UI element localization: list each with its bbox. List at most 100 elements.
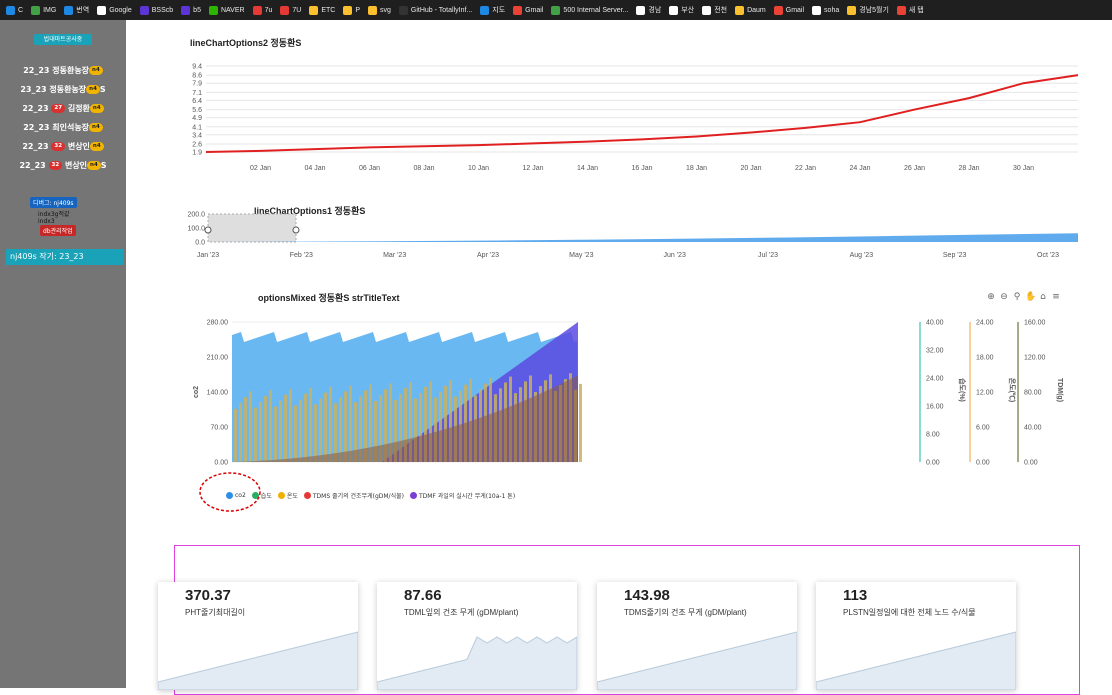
bookmark-label: 경남 — [648, 7, 662, 14]
bookmark-item[interactable]: Daum — [735, 5, 766, 15]
bookmark-item[interactable]: 경남 — [636, 5, 661, 15]
bookmark-label: BSScb — [151, 6, 174, 14]
debug-line-2: indx3 — [38, 218, 55, 225]
bookmark-item[interactable]: Gmail — [513, 5, 543, 15]
bookmark-item[interactable]: BSScb — [139, 5, 174, 15]
y-tick-label: 140.00 — [207, 390, 229, 397]
sidebar: 법대마트공사중 22_23 정동환농장 n4 23_23 정동환농장 n4 S 22_23… — [0, 20, 126, 688]
db-button[interactable]: db관리작업 — [40, 225, 76, 236]
home-icon[interactable]: ⌂ — [1038, 292, 1048, 302]
x-tick-label: Sep '23 — [943, 252, 967, 259]
menu-icon[interactable]: ≡ — [1051, 292, 1061, 302]
bookmark-item[interactable]: 새 탭 — [896, 5, 924, 15]
bookmark-item[interactable]: C — [6, 5, 23, 15]
right-tick-label: 160.00 — [1024, 320, 1046, 327]
y-tick-label: 7.9 — [192, 81, 202, 88]
bar — [239, 402, 242, 462]
sidebar-item[interactable]: 23_23 정동환농장 n4 S — [0, 83, 126, 97]
brush-handle-left[interactable] — [204, 226, 212, 234]
bookmark-item[interactable]: 7U — [280, 5, 301, 15]
sparkline-area — [816, 631, 1016, 690]
sidebar-item-name: 변상인 — [64, 161, 88, 170]
brush-handle-right[interactable] — [292, 226, 300, 234]
legend-item[interactable]: TDMF 과일의 실시간 무게(10a-1 톤) — [409, 491, 515, 500]
status-badge: n4 — [87, 161, 101, 170]
legend-dot — [277, 492, 285, 499]
y-tick-label: 2.6 — [192, 141, 202, 148]
user-bar[interactable]: nj409s 작기: 23_23 — [6, 249, 124, 265]
bookmark-icon — [513, 5, 523, 15]
bookmark-label: 지도 — [492, 7, 506, 14]
bookmark-icon — [280, 5, 290, 15]
bookmark-item[interactable]: soha — [812, 5, 839, 15]
y-tick-label: 6.4 — [192, 98, 202, 105]
right-tick-label: 0.00 — [1024, 460, 1038, 467]
legend-item[interactable]: 온도 — [277, 491, 298, 500]
bookmark-item[interactable]: 지도 — [480, 5, 505, 15]
sidebar-item[interactable]: 22_23 32 변상인 n4 S — [0, 159, 126, 173]
legend-label: TDMS 줄기의 건조무게(gDM/식물) — [312, 493, 404, 500]
bookmark-item[interactable]: b5 — [181, 5, 201, 15]
y-tick-label: 4.9 — [192, 115, 202, 122]
bookmark-item[interactable]: 500 Internal Server... — [551, 5, 628, 15]
bookmark-icon — [773, 5, 783, 15]
bookmark-item[interactable]: Google — [97, 5, 132, 15]
bookmarks-bar: C IMG 번역 Google BSScb b5 NAVER 7u 7U ETC Psvg GitHu… — [0, 0, 1112, 20]
x-tick-label: 26 Jan — [904, 165, 925, 172]
bookmark-item[interactable]: IMG — [31, 5, 57, 15]
bookmark-icon — [896, 5, 906, 15]
bar — [299, 399, 302, 462]
bookmark-item[interactable]: P — [343, 5, 360, 15]
sidebar-item[interactable]: 22_23 정동환농장 n4 — [0, 64, 126, 78]
right-tick-label: 24.00 — [976, 320, 994, 327]
sidebar-top-button[interactable]: 법대마트공사중 — [34, 34, 92, 45]
chart1: 1.9 2.6 3.44.1 4.95.6 6.47.1 7.98.6 9.4 02 Jan 0… — [192, 64, 1079, 172]
x-tick-label: 28 Jan — [958, 165, 979, 172]
bookmark-label: IMG — [43, 6, 57, 14]
sidebar-item[interactable]: 22_23 27 김정환 n4 — [0, 102, 126, 116]
x-tick-label: 18 Jan — [686, 165, 707, 172]
right-tick-label: 6.00 — [976, 425, 990, 432]
status-badge: n4 — [89, 123, 103, 132]
x-tick-label: 02 Jan — [250, 165, 271, 172]
status-badge: n4 — [86, 85, 100, 94]
bar — [329, 386, 332, 462]
bar — [309, 387, 312, 462]
bookmark-item[interactable]: 번역 — [64, 5, 89, 15]
bookmark-item[interactable]: 경남5월기 — [847, 5, 889, 15]
bookmark-item[interactable]: GitHub - TotallyInf... — [398, 5, 473, 15]
bookmark-item[interactable]: NAVER — [208, 5, 245, 15]
sidebar-item[interactable]: 22_23 32 변상인 n4 — [0, 140, 126, 154]
x-tick-label: Oct '23 — [1037, 252, 1059, 259]
bookmark-label: 전천 — [714, 7, 728, 14]
hand-icon[interactable]: ✋ — [1025, 292, 1036, 302]
bookmark-item[interactable]: 전천 — [702, 5, 727, 15]
bookmark-item[interactable]: Gmail — [773, 5, 804, 15]
x-tick-label: Feb '23 — [290, 252, 313, 259]
y-tick-label: 100.0 — [187, 226, 205, 233]
right-tick-label: 16.00 — [926, 404, 944, 411]
sidebar-item-name: 김정환 — [67, 104, 90, 113]
bookmark-item[interactable]: 7u — [252, 5, 272, 15]
zoom-in-icon[interactable]: ⊕ — [986, 292, 996, 302]
zoom-out-icon[interactable]: ⊖ — [999, 292, 1009, 302]
bar — [234, 408, 237, 462]
right-tick-label: 0.00 — [976, 460, 990, 467]
bookmark-item[interactable]: ETC — [309, 5, 336, 15]
annotation-ellipse — [199, 472, 261, 512]
sidebar-item-label: 22_23 — [22, 104, 49, 113]
bookmark-label: GitHub - TotallyInf... — [410, 6, 473, 14]
legend-dot — [409, 492, 417, 499]
brush-selection[interactable] — [207, 213, 297, 243]
y-tick-label: 1.9 — [192, 150, 202, 157]
chart2: 0.0 100.0 200.0 Jan '23 Feb '23 Mar '23 Apr '2… — [187, 212, 1078, 259]
bookmark-item[interactable]: svg — [368, 5, 391, 15]
bookmark-label: ETC — [321, 6, 336, 14]
legend-item[interactable]: TDMS 줄기의 건조무게(gDM/식물) — [303, 491, 404, 500]
search-icon[interactable]: ⚲ — [1012, 292, 1022, 302]
sidebar-item-label: 22_23 정동환농장 — [23, 66, 90, 75]
right-tick-label: 32.00 — [926, 348, 944, 355]
area-series — [208, 233, 1078, 242]
sidebar-item[interactable]: 22_23 최인석농장 n4 — [0, 121, 126, 135]
bookmark-item[interactable]: 부산 — [669, 5, 694, 15]
